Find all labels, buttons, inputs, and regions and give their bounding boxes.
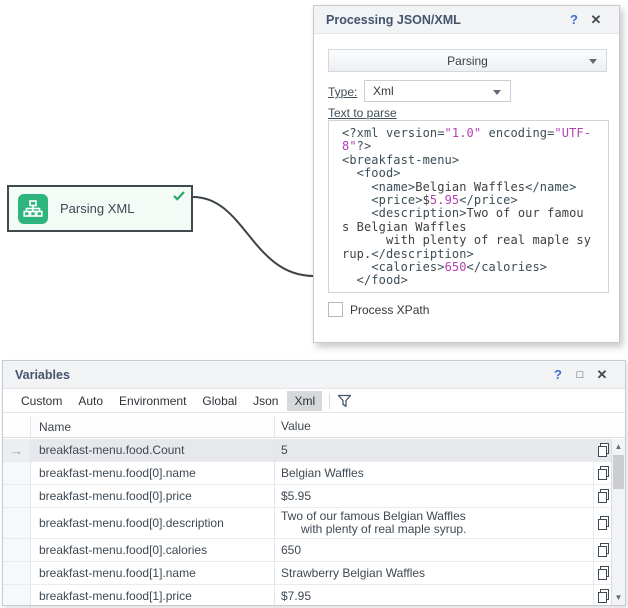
indicator-column-header bbox=[3, 416, 31, 437]
table-row[interactable]: breakfast-menu.food[0].descriptionTwo of… bbox=[3, 508, 611, 539]
variable-value: $5.95 bbox=[275, 485, 593, 507]
current-row-arrow-icon: → bbox=[10, 443, 23, 458]
code-line: s Belgian Waffles bbox=[342, 221, 608, 234]
code-line: 8"?> bbox=[342, 140, 608, 153]
code-line: <?xml version="1.0" encoding="UTF- bbox=[342, 127, 608, 140]
node-label: Parsing XML bbox=[60, 201, 134, 216]
table-row[interactable]: breakfast-menu.food[0].nameBelgian Waffl… bbox=[3, 462, 611, 485]
code-line: <price>$5.95</price> bbox=[342, 194, 608, 207]
scrollbar-thumb[interactable] bbox=[613, 455, 624, 489]
variables-panel: Variables ? □ ✕ CustomAutoEnvironmentGlo… bbox=[2, 360, 626, 606]
code-line: <calories>650</calories> bbox=[342, 261, 608, 274]
row-indicator bbox=[3, 585, 31, 605]
row-indicator bbox=[3, 508, 31, 538]
variable-value: $7.95 bbox=[275, 585, 593, 605]
variables-table-body: →breakfast-menu.food.Count5breakfast-men… bbox=[3, 439, 611, 605]
variables-title: Variables bbox=[15, 368, 547, 382]
tab-separator bbox=[329, 393, 330, 409]
close-icon[interactable]: ✕ bbox=[591, 367, 613, 383]
section-selector[interactable]: Parsing bbox=[328, 49, 607, 72]
tab-auto[interactable]: Auto bbox=[71, 391, 110, 411]
row-indicator bbox=[3, 539, 31, 561]
variable-value: Strawberry Belgian Waffles bbox=[275, 562, 593, 584]
value-column-header[interactable]: Value bbox=[275, 416, 593, 437]
variable-name: breakfast-menu.food[1].price bbox=[31, 585, 275, 605]
sitemap-icon bbox=[18, 194, 48, 224]
variable-name: breakfast-menu.food[0].price bbox=[31, 485, 275, 507]
table-row[interactable]: breakfast-menu.food[1].price$7.95 bbox=[3, 585, 611, 605]
name-column-header[interactable]: Name bbox=[31, 416, 275, 437]
section-selector-value: Parsing bbox=[447, 54, 488, 68]
row-indicator: → bbox=[3, 439, 31, 461]
variable-value: 650 bbox=[275, 539, 593, 561]
type-label: Type: bbox=[328, 85, 357, 99]
variable-name: breakfast-menu.food.Count bbox=[31, 439, 275, 461]
scroll-down-icon[interactable]: ▼ bbox=[612, 593, 625, 602]
close-icon[interactable]: ✕ bbox=[585, 12, 607, 28]
connector-line bbox=[190, 188, 316, 282]
variables-titlebar: Variables ? □ ✕ bbox=[3, 361, 625, 389]
row-indicator bbox=[3, 485, 31, 507]
dialog-title: Processing JSON/XML bbox=[326, 13, 563, 27]
variables-tabs: CustomAutoEnvironmentGlobalJsonXml bbox=[3, 389, 625, 413]
copy-icon[interactable] bbox=[593, 585, 611, 605]
filter-funnel-icon[interactable] bbox=[337, 394, 352, 408]
code-line: <description>Two of our famou bbox=[342, 207, 608, 220]
table-row[interactable]: → breakfast-menu.food.Count5 bbox=[3, 439, 611, 462]
type-combobox[interactable]: Xml bbox=[364, 80, 511, 102]
copy-icon[interactable] bbox=[593, 462, 611, 484]
variable-name: breakfast-menu.food[0].name bbox=[31, 462, 275, 484]
variable-name: breakfast-menu.food[1].name bbox=[31, 562, 275, 584]
code-line: <breakfast-menu> bbox=[342, 154, 608, 167]
copy-icon[interactable] bbox=[593, 439, 611, 461]
code-line: </food> bbox=[342, 274, 608, 287]
table-row[interactable]: breakfast-menu.food[0].price$5.95 bbox=[3, 485, 611, 508]
chevron-down-icon bbox=[589, 59, 597, 64]
row-indicator bbox=[3, 562, 31, 584]
copy-icon[interactable] bbox=[593, 539, 611, 561]
type-combobox-value: Xml bbox=[373, 84, 394, 98]
tab-environment[interactable]: Environment bbox=[112, 391, 193, 411]
process-xpath-row: Process XPath bbox=[328, 302, 429, 317]
maximize-icon[interactable]: □ bbox=[569, 369, 591, 381]
copy-icon[interactable] bbox=[593, 508, 611, 538]
code-line: <food> bbox=[342, 167, 608, 180]
table-header: Name Value bbox=[3, 416, 625, 438]
code-line: rup.</description> bbox=[342, 248, 608, 261]
code-line: <name>Belgian Waffles</name> bbox=[342, 181, 608, 194]
row-indicator bbox=[3, 462, 31, 484]
variable-name: breakfast-menu.food[0].calories bbox=[31, 539, 275, 561]
copy-icon[interactable] bbox=[593, 562, 611, 584]
text-to-parse-editor[interactable]: <?xml version="1.0" encoding="UTF-8"?><b… bbox=[328, 120, 609, 293]
help-icon[interactable]: ? bbox=[563, 12, 585, 27]
code-line: with plenty of real maple sy bbox=[342, 234, 608, 247]
text-to-parse-label: Text to parse bbox=[328, 106, 397, 120]
tab-xml[interactable]: Xml bbox=[287, 391, 322, 411]
scroll-up-icon[interactable]: ▲ bbox=[612, 442, 625, 451]
tab-json[interactable]: Json bbox=[246, 391, 285, 411]
variable-value: Belgian Waffles bbox=[275, 462, 593, 484]
dialog-titlebar: Processing JSON/XML ? ✕ bbox=[314, 6, 619, 34]
table-row[interactable]: breakfast-menu.food[0].calories650 bbox=[3, 539, 611, 562]
processing-json-xml-dialog: Processing JSON/XML ? ✕ Parsing Type: Xm… bbox=[313, 5, 620, 343]
table-row[interactable]: breakfast-menu.food[1].nameStrawberry Be… bbox=[3, 562, 611, 585]
process-xpath-checkbox[interactable] bbox=[328, 302, 343, 317]
vertical-scrollbar[interactable]: ▲ ▼ bbox=[611, 439, 625, 605]
flow-node-parsing-xml[interactable]: Parsing XML bbox=[7, 185, 193, 232]
variable-value: Two of our famous Belgian Waffles with p… bbox=[275, 508, 593, 538]
chevron-down-icon bbox=[493, 90, 501, 95]
help-icon[interactable]: ? bbox=[547, 367, 569, 382]
variable-value: 5 bbox=[275, 439, 593, 461]
tab-custom[interactable]: Custom bbox=[14, 391, 69, 411]
process-xpath-label: Process XPath bbox=[350, 303, 429, 317]
copy-icon[interactable] bbox=[593, 485, 611, 507]
variable-name: breakfast-menu.food[0].description bbox=[31, 508, 275, 538]
success-check-icon bbox=[173, 190, 185, 204]
tab-global[interactable]: Global bbox=[195, 391, 244, 411]
